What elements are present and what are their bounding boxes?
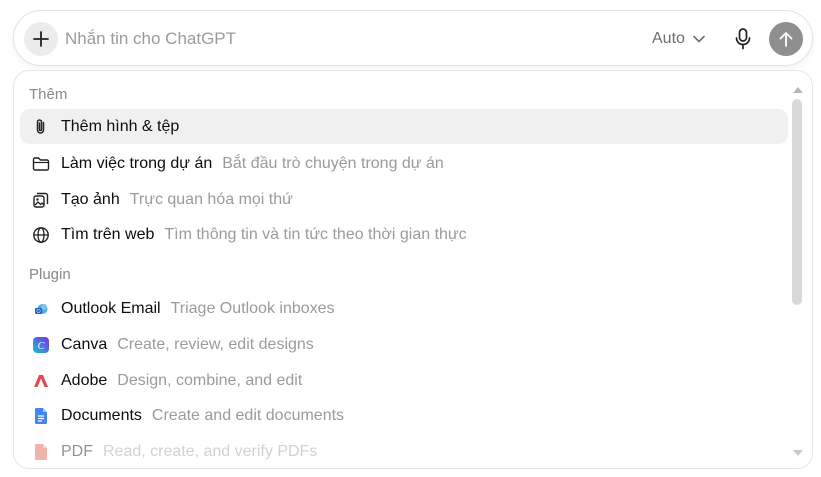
menu-item-label: Adobe [61, 371, 108, 389]
menu-item-canva[interactable]: C Canva Create, review, edit designs [20, 327, 788, 362]
scroll-up-arrow-icon[interactable] [793, 87, 803, 93]
section-label-plugin: Plugin [29, 266, 71, 283]
scrollbar[interactable] [790, 87, 804, 459]
menu-item-label: Làm việc trong dự án [61, 154, 213, 172]
attachment-menu: Thêm Thêm hình & tệp Làm việc trong dự á… [13, 70, 813, 469]
arrow-up-icon [779, 32, 793, 47]
microphone-icon [735, 28, 751, 50]
menu-item-pdf[interactable]: PDF Read, create, and verify PDFs [20, 434, 788, 468]
globe-icon [30, 224, 52, 246]
scrollbar-thumb[interactable] [792, 99, 802, 305]
menu-item-project[interactable]: Làm việc trong dự án Bắt đầu trò chuyện … [20, 146, 788, 181]
menu-item-label: Outlook Email [61, 299, 161, 317]
menu-item-adobe[interactable]: Adobe Design, combine, and edit [20, 363, 788, 398]
menu-item-label: Tìm trên web [61, 225, 155, 243]
menu-item-add-files[interactable]: Thêm hình & tệp [20, 109, 788, 144]
menu-item-description: Create and edit documents [151, 406, 345, 424]
menu-item-description: Design, combine, and edit [117, 371, 303, 389]
add-button[interactable] [24, 22, 58, 56]
plus-icon [33, 31, 49, 47]
image-sparkle-icon [30, 189, 52, 211]
outlook-icon: O [30, 298, 52, 320]
section-label-them: Thêm [29, 86, 68, 103]
canva-icon: C [30, 334, 52, 356]
voice-input-button[interactable] [728, 24, 758, 54]
menu-item-description: Triage Outlook inboxes [170, 299, 335, 317]
folder-icon [30, 153, 52, 175]
scroll-down-arrow-icon[interactable] [793, 450, 803, 456]
model-label: Auto [652, 30, 685, 47]
menu-item-label: PDF [61, 442, 93, 460]
paperclip-icon [30, 116, 52, 138]
model-selector[interactable]: Auto [652, 27, 705, 51]
message-input[interactable]: Nhắn tin cho ChatGPT [65, 27, 236, 51]
menu-item-label: Canva [61, 335, 108, 353]
send-button[interactable] [769, 22, 803, 56]
menu-item-description: Trực quan hóa mọi thứ [129, 190, 293, 208]
menu-item-create-image[interactable]: Tạo ảnh Trực quan hóa mọi thứ [20, 182, 788, 217]
chevron-down-icon [693, 35, 705, 43]
menu-item-description: Create, review, edit designs [117, 335, 314, 353]
pdf-icon [30, 441, 52, 463]
menu-item-outlook-email[interactable]: O Outlook Email Triage Outlook inboxes [20, 291, 788, 326]
documents-icon [30, 405, 52, 427]
menu-item-description: Read, create, and verify PDFs [103, 442, 318, 460]
menu-item-web-search[interactable]: Tìm trên web Tìm thông tin và tin tức th… [20, 217, 788, 252]
svg-text:O: O [36, 309, 41, 315]
menu-item-description: Bắt đầu trò chuyện trong dự án [222, 154, 444, 172]
adobe-icon [30, 370, 52, 392]
menu-item-label: Tạo ảnh [61, 190, 120, 208]
menu-item-label: Thêm hình & tệp [61, 117, 180, 135]
menu-item-label: Documents [61, 406, 142, 424]
message-composer: Nhắn tin cho ChatGPT Auto [13, 10, 813, 66]
menu-item-description: Tìm thông tin và tin tức theo thời gian … [164, 225, 467, 243]
menu-item-documents[interactable]: Documents Create and edit documents [20, 398, 788, 433]
svg-text:C: C [38, 341, 45, 352]
